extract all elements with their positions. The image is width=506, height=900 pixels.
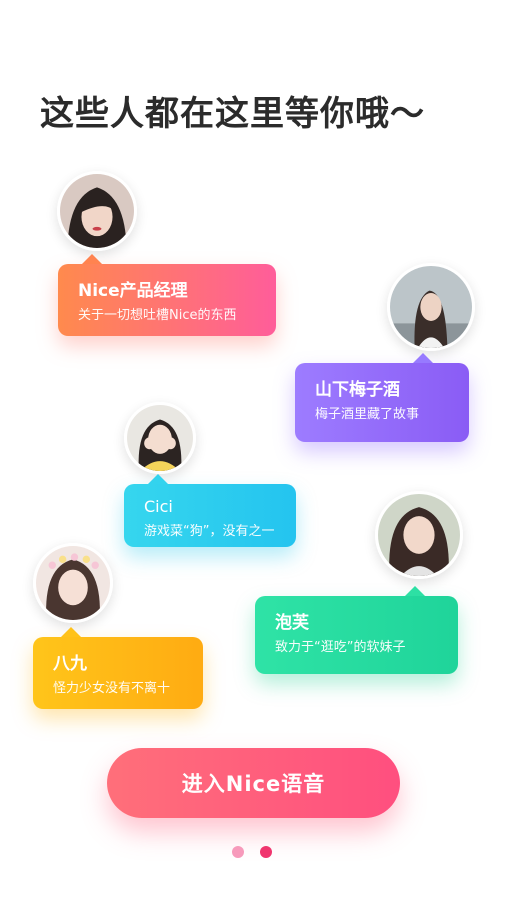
user-avatar-icon (390, 266, 472, 348)
user-description: 怪力少女没有不离十 (53, 681, 171, 696)
user-name: Cici (144, 497, 173, 516)
user-avatar-icon (36, 546, 110, 620)
user-name: 泡芙 (275, 613, 309, 633)
user-description: 致力于“逛吃”的软妹子 (275, 640, 406, 655)
avatar[interactable] (124, 402, 196, 474)
avatar[interactable] (387, 263, 475, 351)
avatar[interactable] (375, 491, 463, 579)
avatar[interactable] (33, 543, 113, 623)
enter-button[interactable]: 进入Nice语音 (107, 748, 400, 818)
user-name: 山下梅子酒 (315, 380, 400, 400)
avatar[interactable] (57, 171, 137, 251)
user-card[interactable]: Cici 游戏菜“狗”，没有之一 (124, 474, 296, 547)
user-avatar-icon (378, 494, 460, 576)
page-dot-active[interactable] (260, 846, 272, 858)
user-avatar-icon (60, 174, 134, 248)
user-name: Nice产品经理 (78, 281, 188, 301)
user-card[interactable]: 山下梅子酒 梅子酒里藏了故事 (295, 353, 469, 442)
page-title: 这些人都在这里等你哦～ (40, 94, 425, 134)
page-dot[interactable] (232, 846, 244, 858)
onboarding-screen: 这些人都在这里等你哦～ Nice产品经理 关于一切想吐槽Nice的东西 山下梅子… (0, 0, 506, 900)
user-description: 梅子酒里藏了故事 (315, 407, 420, 422)
user-description: 游戏菜“狗”，没有之一 (144, 524, 275, 539)
user-card[interactable]: 泡芙 致力于“逛吃”的软妹子 (255, 586, 458, 674)
page-indicator (232, 846, 276, 858)
user-card[interactable]: 八九 怪力少女没有不离十 (33, 627, 203, 709)
user-avatar-icon (127, 405, 193, 471)
user-card[interactable]: Nice产品经理 关于一切想吐槽Nice的东西 (58, 254, 276, 336)
user-description: 关于一切想吐槽Nice的东西 (78, 308, 237, 323)
user-name: 八九 (53, 654, 87, 674)
